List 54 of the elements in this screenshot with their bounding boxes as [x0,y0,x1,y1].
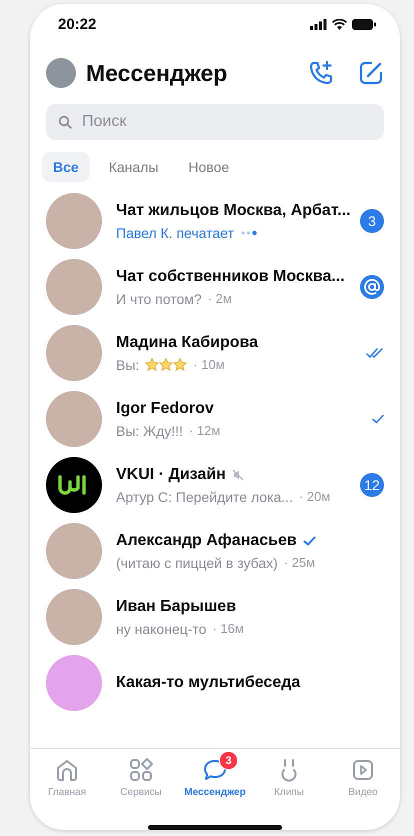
chat-title: Мадина Кабирова [116,334,258,352]
signal-icon [310,18,327,30]
profile-avatar[interactable] [46,58,76,88]
message-preview: Павел К. печатает [116,224,234,240]
notification-badge: 3 [219,751,238,770]
chat-title: VKUI · Дизайн [116,466,226,484]
compose-icon[interactable] [358,60,384,86]
unread-count: 12 [360,473,384,497]
chat-item[interactable]: Мадина Кабирова Вы: · 10м [30,320,400,386]
read-checkmarks-icon [366,348,384,358]
wifi-icon [332,18,347,30]
search-input[interactable]: Поиск [80,112,372,132]
message-preview: Артур С: Перейдите лока... [116,488,293,504]
message-time: · 12м [188,423,220,438]
search-icon [58,115,72,129]
message-time: · 20м [298,489,330,504]
home-icon [54,757,80,783]
message-time: · 16м [212,621,244,636]
message-time: · 10м [193,357,225,372]
battery-icon [352,18,376,30]
status-time: 20:22 [58,16,96,32]
mention-icon [360,275,384,299]
filter-tab[interactable]: Новое [177,152,240,182]
message-time: · 2м [208,291,232,306]
chat-item[interactable]: Igor Fedorov Вы: Жду!!! · 12м [30,386,400,452]
video-icon [350,757,376,783]
chat-item[interactable]: VKUI · Дизайн Артур С: Перейдите лока... · 20м 12 [30,452,400,518]
screen-title: Мессенджер [86,60,228,86]
chat-title: Александр Афанасьев [116,532,297,550]
chat-item[interactable]: Чат жильцов Москва, Арбат... Павел К. печатает 3 [30,188,400,254]
chat-title: Какая-то мультибеседа [116,674,300,692]
grid-icon [128,757,154,783]
message-preview: И что потом? [116,290,202,306]
unread-count: 3 [360,209,384,233]
chat-title: Чат собственников Москва... [116,268,345,286]
message-preview: ну наконец-то [116,620,206,636]
typing-dots-icon [240,230,258,236]
sent-checkmark-icon [372,414,384,424]
chat-title: Igor Fedorov [116,400,214,418]
search-field[interactable]: Поиск [46,104,384,140]
message-preview: Вы: Жду!!! [116,422,183,438]
chat-item[interactable]: Чат собственников Москва... И что потом? · 2м [30,254,400,320]
message-preview: Вы: [116,356,140,372]
filter-tab[interactable]: Каналы [98,152,170,182]
chat-item[interactable]: Иван Барышев ну наконец-то · 16м [30,584,400,650]
chat-title: Иван Барышев [116,598,236,616]
chat-title: Чат жильцов Москва, Арбат... [116,202,351,220]
filter-tab[interactable]: Все [42,152,90,182]
nav-tab[interactable]: 3 Мессенджер [178,753,252,811]
message-preview: (читаю с пиццей в зубах) [116,554,278,570]
add-call-icon[interactable] [308,60,334,86]
message-time: · 25м [284,555,316,570]
chat-item[interactable]: Александр Афанасьев (читаю с пиццей в зубах) · 25м [30,518,400,584]
chat-item[interactable]: Какая-то мультибеседа [30,650,400,716]
